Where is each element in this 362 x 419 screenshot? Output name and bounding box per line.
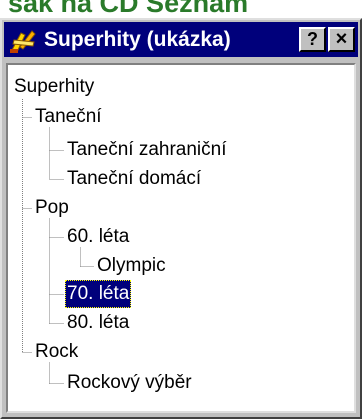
tree-view[interactable]: Superhity Taneční Taneční zahraniční Tan… bbox=[6, 63, 356, 413]
tree-item-80-leta[interactable]: 80. léta bbox=[65, 309, 131, 337]
tree-item-rockovy-vyber[interactable]: Rockový výběr bbox=[65, 369, 194, 397]
tree-item-60-leta[interactable]: 60. léta bbox=[65, 223, 131, 251]
background-window: sak na CD Seznam bbox=[0, 0, 362, 18]
tree-item-olympic[interactable]: Olympic bbox=[95, 252, 168, 280]
screen: sak na CD Seznam Superhity (ukázka) ? × … bbox=[0, 0, 362, 419]
close-button[interactable]: × bbox=[328, 27, 355, 52]
help-button[interactable]: ? bbox=[299, 27, 326, 52]
title-bar[interactable]: Superhity (ukázka) ? × bbox=[4, 22, 358, 57]
background-heading: sak na CD Seznam bbox=[8, 0, 249, 18]
window-title: Superhity (ukázka) bbox=[44, 27, 231, 51]
tree-root[interactable]: Superhity bbox=[12, 73, 96, 101]
tree-item-tanecni[interactable]: Taneční bbox=[33, 103, 104, 131]
tree-item-70-leta[interactable]: 70. léta bbox=[65, 280, 132, 308]
tree-item-tanecni-zahranicni[interactable]: Taneční zahraniční bbox=[65, 136, 229, 164]
tree-item-rock[interactable]: Rock bbox=[33, 338, 80, 366]
tree-item-tanecni-domaci[interactable]: Taneční domácí bbox=[65, 165, 203, 193]
tree-window: Superhity (ukázka) ? × Superhity Taneční… bbox=[0, 18, 362, 419]
app-icon bbox=[10, 29, 36, 53]
tree-item-pop[interactable]: Pop bbox=[33, 194, 71, 222]
